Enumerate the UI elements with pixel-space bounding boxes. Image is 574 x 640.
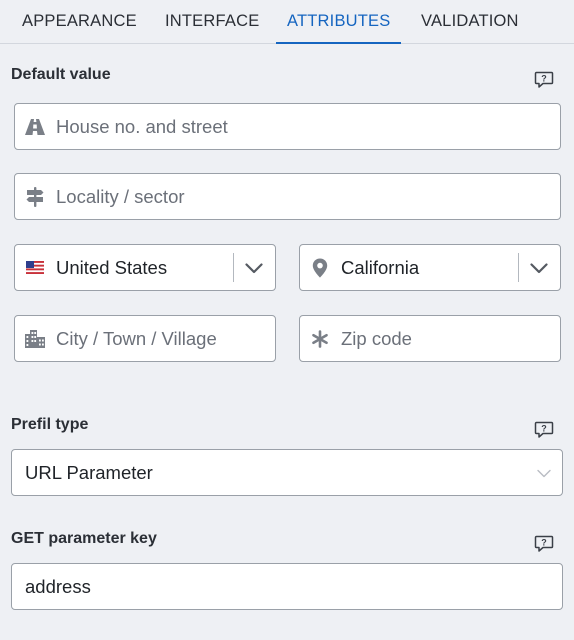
chevron-down-icon[interactable] [529, 262, 549, 274]
get-parameter-key-value: address [25, 575, 91, 597]
street-field[interactable]: House no. and street [14, 103, 561, 150]
tab-bar: APPEARANCE INTERFACE ATTRIBUTES VALIDATI… [0, 0, 574, 44]
road-icon [24, 116, 46, 138]
prefill-type-value: URL Parameter [25, 461, 153, 483]
tab-validation[interactable]: VALIDATION [421, 0, 519, 44]
map-pin-icon [309, 257, 331, 279]
tab-attributes[interactable]: ATTRIBUTES [275, 0, 402, 44]
city-placeholder: City / Town / Village [56, 327, 217, 349]
help-bubble-icon[interactable]: ? [534, 421, 554, 439]
zip-placeholder: Zip code [341, 327, 412, 349]
country-value: United States [56, 256, 168, 278]
city-field[interactable]: City / Town / Village [14, 315, 276, 362]
locality-field[interactable]: Locality / sector [14, 173, 561, 220]
svg-text:?: ? [541, 538, 547, 548]
get-parameter-key-label: GET parameter key [11, 530, 157, 547]
chevron-down-icon[interactable] [244, 262, 264, 274]
signpost-icon [24, 186, 46, 208]
help-bubble-icon[interactable]: ? [534, 71, 554, 89]
street-placeholder: House no. and street [56, 115, 228, 137]
tab-appearance[interactable]: APPEARANCE [22, 0, 137, 44]
us-flag-icon [24, 257, 46, 279]
chevron-down-icon[interactable] [534, 467, 554, 479]
state-divider [518, 253, 519, 282]
get-parameter-key-input[interactable]: address [11, 563, 563, 610]
prefill-type-label: Prefil type [11, 416, 89, 433]
prefill-type-select[interactable]: URL Parameter [11, 449, 563, 496]
zip-field[interactable]: Zip code [299, 315, 561, 362]
state-value: California [341, 256, 420, 278]
tab-interface[interactable]: INTERFACE [165, 0, 259, 44]
country-select[interactable]: United States [14, 244, 276, 291]
svg-text:?: ? [541, 424, 547, 434]
country-divider [233, 253, 234, 282]
default-value-label: Default value [11, 66, 111, 83]
svg-text:?: ? [541, 74, 547, 84]
city-buildings-icon [24, 328, 46, 350]
state-select[interactable]: California [299, 244, 561, 291]
help-bubble-icon[interactable]: ? [534, 535, 554, 553]
locality-placeholder: Locality / sector [56, 185, 185, 207]
asterisk-icon [309, 328, 331, 350]
